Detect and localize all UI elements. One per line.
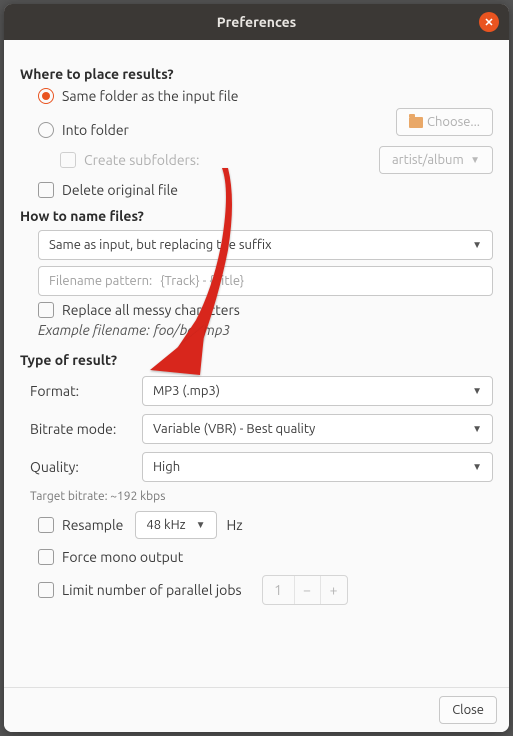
- dialog-footer: Close: [4, 687, 509, 732]
- check-label: Limit number of parallel jobs: [62, 582, 242, 598]
- dropdown-value: Variable (VBR) - Best quality: [153, 422, 315, 436]
- example-label: Example filename:: [38, 322, 150, 338]
- dropdown-value: Same as input, but replacing the suffix: [49, 238, 272, 252]
- checkbox-icon: [38, 517, 54, 533]
- chevron-down-icon: ▼: [472, 239, 482, 251]
- chevron-down-icon: ▼: [470, 154, 480, 166]
- format-dropdown[interactable]: MP3 (.mp3) ▼: [142, 376, 493, 406]
- dropdown-value: High: [153, 460, 180, 474]
- quality-dropdown[interactable]: High ▼: [142, 452, 493, 482]
- subfolder-pattern-dropdown[interactable]: artist/album ▼: [379, 146, 493, 174]
- target-bitrate-text: Target bitrate: ~192 kbps: [30, 490, 493, 503]
- quality-label: Quality:: [30, 459, 130, 475]
- check-replace-messy[interactable]: Replace all messy characters: [38, 302, 493, 318]
- chevron-down-icon: ▼: [472, 461, 482, 473]
- choose-button[interactable]: Choose...: [396, 108, 493, 136]
- window-close-button[interactable]: ✕: [479, 12, 499, 32]
- check-label: Delete original file: [62, 182, 178, 198]
- radio-label: Same folder as the input file: [62, 88, 239, 104]
- format-label: Format:: [30, 383, 130, 399]
- dropdown-value: artist/album: [392, 153, 464, 167]
- checkbox-icon: [38, 582, 54, 598]
- check-create-subfolders[interactable]: Create subfolders:: [60, 152, 379, 168]
- resample-dropdown[interactable]: 48 kHz ▼: [135, 511, 216, 539]
- bitrate-mode-dropdown[interactable]: Variable (VBR) - Best quality ▼: [142, 414, 493, 444]
- radio-into-folder[interactable]: Into folder: [38, 122, 379, 138]
- filename-pattern-input[interactable]: Filename pattern: {Track} - {Title}: [38, 266, 493, 296]
- radio-icon: [38, 88, 54, 104]
- check-label: Replace all messy characters: [62, 302, 240, 318]
- example-value: foo/bar.mp3: [154, 322, 230, 338]
- bitrate-mode-label: Bitrate mode:: [30, 421, 130, 437]
- section-header-where: Where to place results?: [20, 66, 493, 82]
- spinner-decrement[interactable]: −: [295, 576, 321, 604]
- preferences-window: Preferences ✕ Where to place results? Sa…: [4, 4, 509, 732]
- spinner-value: 1: [263, 576, 295, 604]
- section-header-naming: How to name files?: [20, 208, 493, 224]
- check-label: Force mono output: [62, 549, 183, 565]
- radio-icon: [38, 122, 54, 138]
- naming-mode-dropdown[interactable]: Same as input, but replacing the suffix …: [38, 230, 493, 260]
- chevron-down-icon: ▼: [472, 423, 482, 435]
- choose-label: Choose...: [427, 115, 480, 129]
- jobs-spinner[interactable]: 1 − +: [262, 575, 348, 605]
- checkbox-icon: [38, 549, 54, 565]
- check-label: Create subfolders:: [84, 152, 199, 168]
- section-header-result: Type of result?: [20, 352, 493, 368]
- folder-icon: [409, 117, 423, 128]
- checkbox-icon: [60, 152, 76, 168]
- checkbox-icon: [38, 182, 54, 198]
- content-area: Where to place results? Same folder as t…: [4, 40, 509, 687]
- radio-same-folder[interactable]: Same folder as the input file: [38, 88, 493, 104]
- check-delete-original[interactable]: Delete original file: [38, 182, 493, 198]
- close-label: Close: [452, 703, 484, 717]
- pattern-placeholder: {Track} - {Title}: [160, 274, 244, 288]
- close-button[interactable]: Close: [439, 696, 497, 724]
- hz-label: Hz: [227, 517, 243, 533]
- chevron-down-icon: ▼: [196, 519, 206, 531]
- resample-label: Resample: [62, 517, 123, 533]
- check-limit-jobs[interactable]: Limit number of parallel jobs 1 − +: [38, 575, 493, 605]
- example-filename: Example filename: foo/bar.mp3: [38, 322, 493, 338]
- checkbox-icon: [38, 302, 54, 318]
- titlebar: Preferences ✕: [4, 4, 509, 40]
- close-icon: ✕: [484, 16, 493, 29]
- check-force-mono[interactable]: Force mono output: [38, 549, 493, 565]
- chevron-down-icon: ▼: [472, 385, 482, 397]
- radio-label: Into folder: [62, 122, 129, 138]
- spinner-increment[interactable]: +: [321, 576, 347, 604]
- pattern-label: Filename pattern:: [49, 274, 152, 288]
- window-title: Preferences: [217, 14, 297, 30]
- dropdown-value: 48 kHz: [146, 518, 185, 532]
- dropdown-value: MP3 (.mp3): [153, 384, 220, 398]
